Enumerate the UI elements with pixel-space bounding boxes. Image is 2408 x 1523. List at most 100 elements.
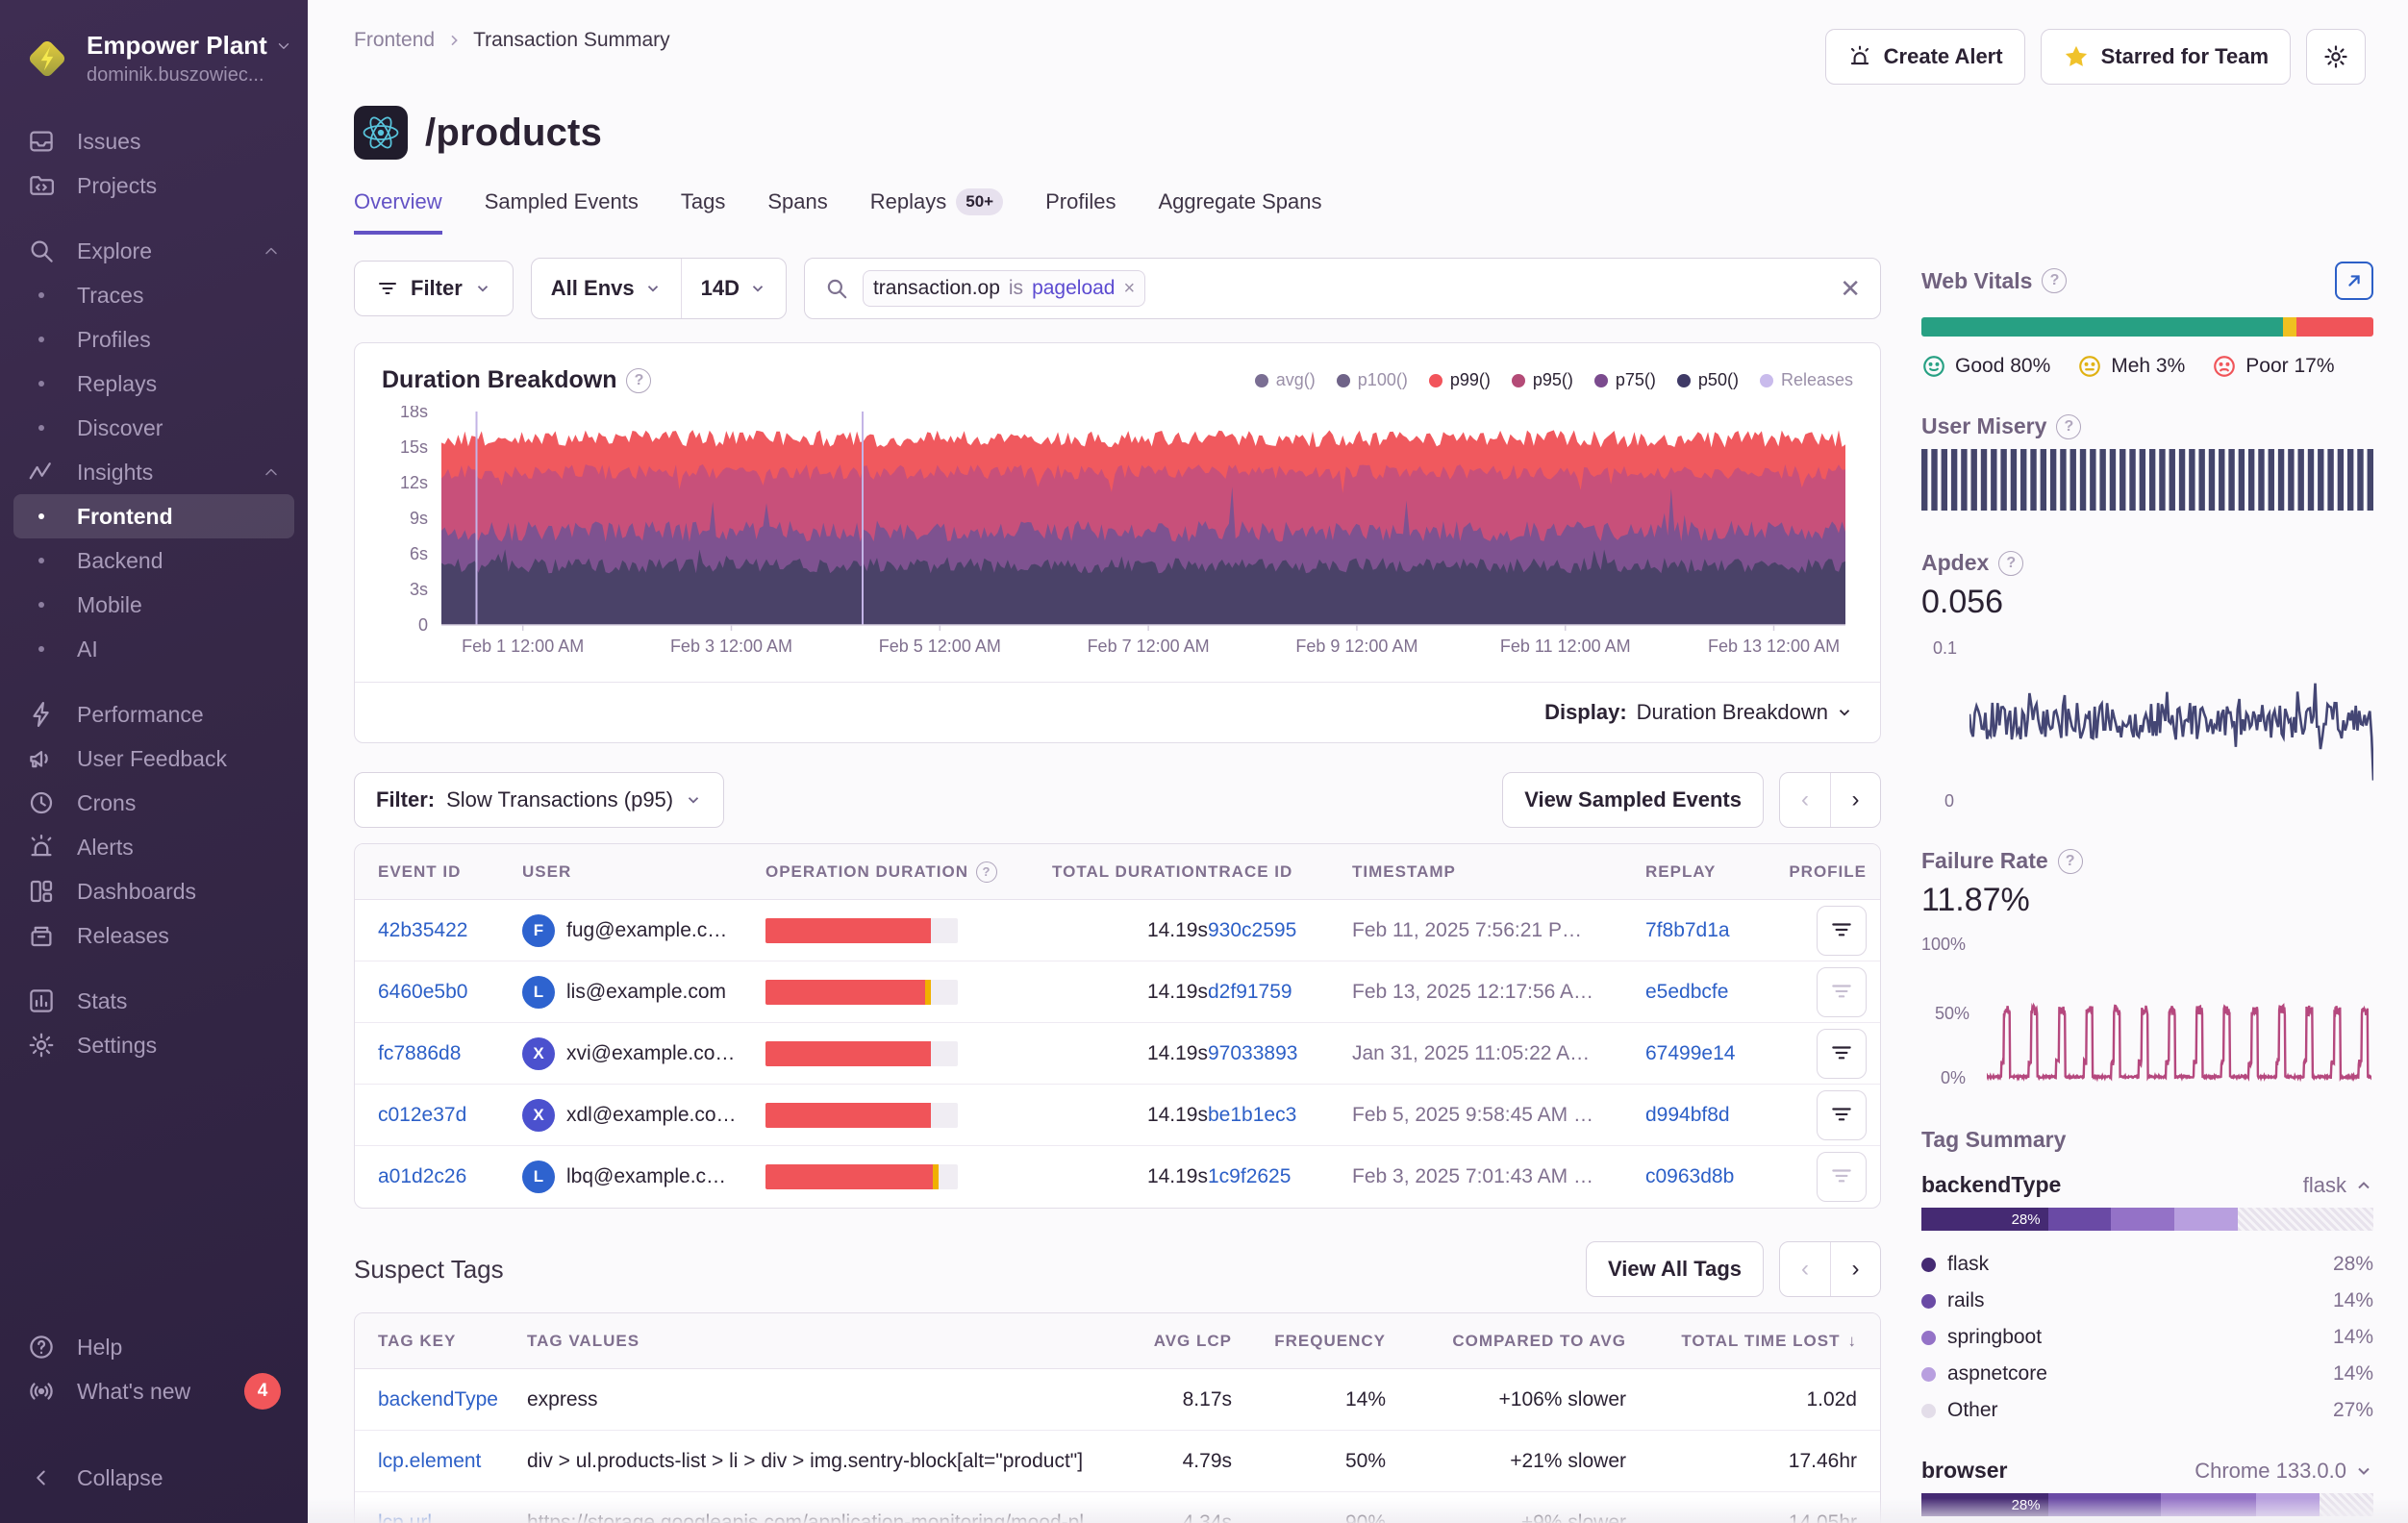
- tab[interactable]: Aggregate Spans: [1158, 188, 1321, 235]
- replay-link[interactable]: c0963d8b: [1645, 1165, 1734, 1188]
- tag-key-link[interactable]: lcp.url: [378, 1511, 432, 1523]
- search-clear-icon[interactable]: ✕: [1840, 274, 1861, 304]
- legend-item[interactable]: p75(): [1594, 370, 1656, 390]
- legend-item[interactable]: avg(): [1255, 370, 1316, 390]
- profile-button[interactable]: [1817, 906, 1867, 956]
- profile-button[interactable]: [1817, 1029, 1867, 1079]
- help-icon[interactable]: ?: [2058, 849, 2083, 874]
- replay-link[interactable]: d994bf8d: [1645, 1104, 1730, 1127]
- profile-button[interactable]: [1817, 1090, 1867, 1140]
- help-icon[interactable]: ?: [976, 861, 997, 883]
- sidebar-item-ai[interactable]: AI: [13, 627, 294, 671]
- daterange-selector[interactable]: 14D: [681, 259, 786, 318]
- sidebar-item-mobile[interactable]: Mobile: [13, 583, 294, 627]
- org-switcher[interactable]: Empower Plant dominik.buszowiec...: [0, 25, 308, 87]
- tab[interactable]: Profiles: [1045, 188, 1116, 235]
- view-sampled-events-button[interactable]: View Sampled Events: [1502, 772, 1764, 828]
- sidebar-item-backend[interactable]: Backend: [13, 538, 294, 583]
- tag-key-link[interactable]: lcp.element: [378, 1450, 481, 1473]
- tag-value-row[interactable]: flask 28%: [1921, 1246, 2373, 1283]
- trace-id-link[interactable]: 930c2595: [1208, 919, 1296, 942]
- help-icon[interactable]: ?: [2042, 268, 2067, 293]
- sidebar-item-discover[interactable]: Discover: [13, 406, 294, 450]
- tag-distribution-bar[interactable]: 28%: [1921, 1208, 2373, 1231]
- legend-item[interactable]: p50(): [1677, 370, 1739, 390]
- open-in-new-icon[interactable]: [2335, 262, 2373, 300]
- replay-link[interactable]: 7f8b7d1a: [1645, 919, 1730, 942]
- sidebar-item-dashboards[interactable]: Dashboards: [13, 869, 294, 913]
- duration-chart[interactable]: 18s15s12s9s6s3s0Feb 1 12:00 AMFeb 3 12:0…: [355, 400, 1880, 668]
- help-icon[interactable]: ?: [2056, 414, 2081, 439]
- tag-key-link[interactable]: backendType: [378, 1388, 498, 1411]
- sidebar-item-replays[interactable]: Replays: [13, 362, 294, 406]
- events-filter-dropdown[interactable]: Filter: Slow Transactions (p95): [354, 772, 724, 828]
- replay-link[interactable]: 67499e14: [1645, 1042, 1735, 1065]
- tab[interactable]: Overview: [354, 188, 442, 235]
- sidebar-item-user-feedback[interactable]: User Feedback: [13, 737, 294, 781]
- sidebar-item-profiles[interactable]: Profiles: [13, 317, 294, 362]
- sidebar-item-alerts[interactable]: Alerts: [13, 825, 294, 869]
- sidebar-item-issues[interactable]: Issues: [13, 119, 294, 163]
- profile-button-disabled[interactable]: [1817, 1152, 1867, 1202]
- settings-button[interactable]: [2306, 29, 2366, 85]
- filter-dropdown[interactable]: Filter: [354, 261, 514, 316]
- sidebar-item-help[interactable]: Help: [13, 1325, 294, 1369]
- trace-id-link[interactable]: be1b1ec3: [1208, 1104, 1296, 1127]
- sidebar-collapse-button[interactable]: Collapse: [13, 1456, 294, 1500]
- sidebar-item-whats-new[interactable]: What's new4: [13, 1369, 294, 1413]
- trace-id-link[interactable]: 97033893: [1208, 1042, 1297, 1065]
- sidebar-item-projects[interactable]: Projects: [13, 163, 294, 208]
- replay-link[interactable]: e5edbcfe: [1645, 981, 1728, 1004]
- legend-item[interactable]: Releases: [1760, 370, 1853, 390]
- tag-value-dropdown[interactable]: flask: [2303, 1173, 2373, 1198]
- event-id-link[interactable]: a01d2c26: [378, 1165, 466, 1188]
- event-id-link[interactable]: fc7886d8: [378, 1042, 461, 1065]
- tag-value-row[interactable]: Other 27%: [1921, 1392, 2373, 1429]
- sort-desc-icon[interactable]: ↓: [1848, 1332, 1858, 1351]
- pager-next-button[interactable]: ›: [1830, 1242, 1880, 1296]
- sidebar-item-crons[interactable]: Crons: [13, 781, 294, 825]
- sidebar-item-performance[interactable]: Performance: [13, 692, 294, 737]
- event-id-link[interactable]: 42b35422: [378, 919, 467, 942]
- sidebar-item-insights[interactable]: Insights: [13, 450, 294, 494]
- pager-prev-button[interactable]: ‹: [1780, 773, 1830, 827]
- display-dropdown[interactable]: Duration Breakdown: [1637, 700, 1853, 725]
- tag-distribution-bar[interactable]: 28%: [1921, 1493, 2373, 1516]
- legend-item[interactable]: p100(): [1337, 370, 1408, 390]
- tab[interactable]: Tags: [681, 188, 725, 235]
- help-icon[interactable]: ?: [626, 368, 651, 393]
- sidebar-item-stats[interactable]: Stats: [13, 979, 294, 1023]
- tab[interactable]: Replays 50+: [870, 188, 1003, 235]
- legend-item[interactable]: p95(): [1512, 370, 1573, 390]
- view-all-tags-button[interactable]: View All Tags: [1586, 1241, 1764, 1297]
- events-table: EVENT ID USER OPERATION DURATION? TOTAL …: [354, 843, 1881, 1209]
- breadcrumb-frontend[interactable]: Frontend: [354, 29, 435, 52]
- starred-for-team-button[interactable]: Starred for Team: [2041, 29, 2291, 85]
- tag-value-row[interactable]: rails 14%: [1921, 1283, 2373, 1319]
- search-input[interactable]: transaction.op is pageload × ✕: [804, 258, 1881, 319]
- tab[interactable]: Sampled Events: [485, 188, 639, 235]
- face-icon: [2212, 354, 2237, 379]
- sidebar-item-releases[interactable]: Releases: [13, 913, 294, 958]
- sidebar-item-traces[interactable]: Traces: [13, 273, 294, 317]
- trace-id-link[interactable]: 1c9f2625: [1208, 1165, 1291, 1188]
- event-id-link[interactable]: 6460e5b0: [378, 981, 467, 1004]
- tab[interactable]: Spans: [767, 188, 827, 235]
- search-token[interactable]: transaction.op is pageload ×: [863, 270, 1145, 307]
- profile-button-disabled[interactable]: [1817, 967, 1867, 1017]
- env-selector[interactable]: All Envs: [532, 259, 681, 318]
- event-id-link[interactable]: c012e37d: [378, 1104, 466, 1127]
- sidebar-item-explore[interactable]: Explore: [13, 229, 294, 273]
- pager-next-button[interactable]: ›: [1830, 773, 1880, 827]
- tag-value-dropdown[interactable]: Chrome 133.0.0: [2195, 1459, 2373, 1484]
- legend-item[interactable]: p99(): [1429, 370, 1491, 390]
- sidebar-item-settings[interactable]: Settings: [13, 1023, 294, 1067]
- pager-prev-button[interactable]: ‹: [1780, 1242, 1830, 1296]
- trace-id-link[interactable]: d2f91759: [1208, 981, 1292, 1004]
- create-alert-button[interactable]: Create Alert: [1825, 29, 2025, 85]
- sidebar-item-frontend[interactable]: Frontend: [13, 494, 294, 538]
- token-remove-icon[interactable]: ×: [1123, 278, 1135, 300]
- tag-value-row[interactable]: springboot 14%: [1921, 1319, 2373, 1356]
- tag-value-row[interactable]: aspnetcore 14%: [1921, 1356, 2373, 1392]
- help-icon[interactable]: ?: [1998, 551, 2023, 576]
